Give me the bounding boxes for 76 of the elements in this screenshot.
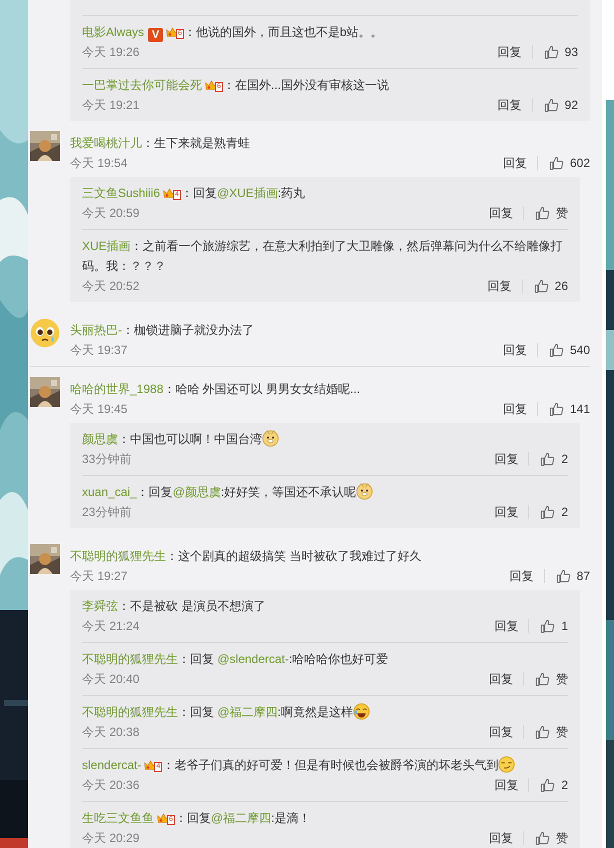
thumbs-up-icon bbox=[534, 671, 550, 687]
thumbs-up-icon bbox=[539, 618, 556, 634]
reply-button[interactable]: 回复 bbox=[510, 566, 534, 586]
dog-emoji-icon bbox=[356, 483, 374, 500]
timestamp: 23分钟前 bbox=[82, 504, 132, 521]
timestamp: 今天 20:36 bbox=[82, 777, 140, 794]
timestamp: 今天 20:52 bbox=[82, 278, 140, 295]
like-button[interactable]: 1 bbox=[539, 616, 568, 636]
like-button[interactable]: 赞 bbox=[534, 722, 568, 742]
like-button[interactable]: 26 bbox=[532, 276, 568, 296]
reply-button[interactable]: 回复 bbox=[502, 340, 527, 360]
timestamp: 今天 19:45 bbox=[70, 401, 128, 418]
reply-button[interactable]: 回复 bbox=[494, 616, 518, 636]
like-button[interactable]: 2 bbox=[539, 775, 568, 795]
timestamp: 今天 19:27 bbox=[70, 568, 128, 585]
like-button[interactable]: 2 bbox=[539, 502, 568, 522]
reply-button[interactable]: 回复 bbox=[494, 502, 518, 522]
like-button[interactable]: 赞 bbox=[534, 828, 568, 848]
verified-badge: V bbox=[148, 28, 164, 42]
reply-button[interactable]: 回复 bbox=[494, 775, 518, 795]
emoji-icon bbox=[352, 703, 370, 720]
like-button[interactable]: 2 bbox=[539, 449, 568, 469]
timestamp: 今天 20:38 bbox=[82, 724, 140, 741]
comment-text: 李舜弦：不是被砍 是演员不想演了 bbox=[82, 598, 266, 615]
timestamp: 今天 21:24 bbox=[82, 618, 140, 635]
like-button[interactable]: 92 bbox=[542, 95, 578, 115]
reply-button[interactable]: 回复 bbox=[502, 399, 527, 419]
like-button[interactable]: 赞 bbox=[534, 203, 568, 223]
timestamp: 今天 19:26 bbox=[82, 44, 140, 61]
timestamp: 今天 19:21 bbox=[82, 97, 140, 114]
thumbs-up-icon bbox=[534, 205, 550, 221]
emoji-face-icon bbox=[30, 318, 60, 348]
thumbs-up-icon bbox=[548, 155, 564, 171]
like-button[interactable]: 540 bbox=[548, 340, 590, 360]
reply-button[interactable]: 回复 bbox=[498, 95, 522, 115]
like-button[interactable]: 赞 bbox=[534, 669, 568, 689]
thumbs-up-icon bbox=[532, 278, 549, 294]
comment-text: 不聪明的狐狸先生：回复 @slendercat-:哈哈哈你也好可爱 bbox=[82, 651, 390, 668]
reply-button[interactable]: 回复 bbox=[494, 449, 518, 469]
comment-text: 不聪明的狐狸先生：这个剧真的超级搞笑 当时被砍了我难过了好久 bbox=[70, 548, 422, 565]
reply-button[interactable]: 回复 bbox=[488, 276, 512, 296]
timestamp: 今天 20:29 bbox=[82, 830, 140, 847]
thumbs-up-icon bbox=[542, 97, 559, 113]
reply-button[interactable]: 回复 bbox=[489, 722, 513, 742]
thumbs-up-icon bbox=[539, 504, 556, 520]
reply-button[interactable]: 回复 bbox=[502, 153, 527, 173]
dog-emoji-icon bbox=[262, 430, 279, 447]
like-button[interactable]: 602 bbox=[548, 153, 590, 173]
thumbs-up-icon bbox=[539, 777, 556, 793]
comment-text: 不聪明的狐狸先生：回复 @福二摩四:啊竟然是这样 bbox=[82, 702, 568, 722]
timestamp: 今天 19:37 bbox=[70, 342, 128, 359]
reply-button[interactable]: 回复 bbox=[498, 42, 522, 62]
comment-text: 颜思虞：中国也可以啊！中国台湾 bbox=[82, 429, 568, 449]
timestamp: 今天 19:54 bbox=[70, 155, 128, 172]
comment-text: xuan_cai_：回复@颜思虞:好好笑，等国还不承认呢 bbox=[82, 482, 568, 502]
reply-button[interactable]: 回复 bbox=[489, 828, 513, 848]
comment-text: 头丽热巴-：枷锁进脑子就没办法了 bbox=[70, 322, 255, 339]
like-button[interactable]: 93 bbox=[542, 42, 578, 62]
thumbs-up-icon bbox=[539, 451, 556, 467]
thumbs-up-icon bbox=[548, 342, 564, 358]
comment-text: XUE插画：之前看一个旅游综艺，在意大利拍到了大卫雕像，然后弹幕问为什么不给雕像打码。我：？？？ bbox=[82, 238, 564, 275]
reply-button[interactable]: 回复 bbox=[489, 203, 513, 223]
reply-button[interactable]: 回复 bbox=[489, 669, 513, 689]
thumbs-up-icon bbox=[534, 830, 550, 846]
timestamp: 33分钟前 bbox=[82, 451, 132, 468]
thumbs-up-icon bbox=[554, 568, 571, 584]
thumbs-up-icon bbox=[534, 724, 550, 740]
timestamp: 今天 20:59 bbox=[82, 205, 140, 222]
emoji-icon bbox=[498, 756, 516, 773]
timestamp: 今天 20:40 bbox=[82, 671, 140, 688]
thumbs-up-icon bbox=[542, 44, 559, 60]
comment-text: 我爱喝桃汁儿：生下来就是熟青蛙 bbox=[70, 135, 251, 152]
thumbs-up-icon bbox=[548, 401, 564, 417]
comment-text: 哈哈的世界_1988：哈哈 外国还可以 男男女女结婚呢... bbox=[70, 381, 362, 398]
like-button[interactable]: 87 bbox=[554, 566, 590, 586]
like-button[interactable]: 141 bbox=[548, 399, 590, 419]
